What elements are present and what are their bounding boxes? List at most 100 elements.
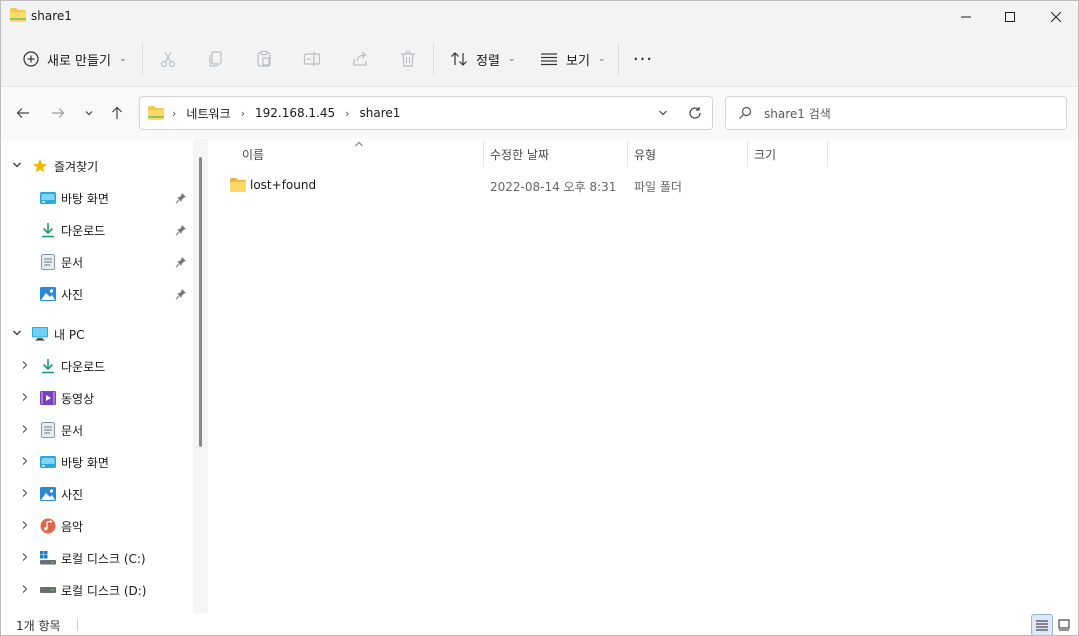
address-bar[interactable]: › 네트워크 › 192.168.1.45 › share1: [139, 96, 713, 130]
sidebar-item-downloads[interactable]: 다운로드: [1, 352, 193, 380]
rename-button[interactable]: [301, 48, 323, 70]
chevron-down-icon: ⌄: [507, 54, 516, 64]
sidebar-item-desktop[interactable]: 바탕 화면: [1, 448, 193, 476]
paste-button[interactable]: [253, 48, 275, 70]
breadcrumb: › 네트워크 › 192.168.1.45 › share1: [172, 97, 400, 129]
item-count: 1개 항목: [16, 619, 61, 633]
sidebar-item-drive-c[interactable]: 로컬 디스크 (C:): [1, 544, 193, 572]
column-header-label: 유형: [634, 147, 657, 162]
chevron-right-icon[interactable]: [18, 360, 32, 373]
search-box[interactable]: [725, 96, 1067, 130]
sidebar-this-pc[interactable]: 내 PC: [1, 320, 193, 348]
pin-icon: [175, 288, 187, 300]
table-row[interactable]: lost+found 2022-08-14 오후 8:31 파일 폴더: [222, 171, 742, 199]
file-name: lost+found: [250, 178, 317, 192]
sidebar-item-pictures[interactable]: 사진: [1, 480, 193, 508]
column-header-label: 크기: [754, 147, 777, 162]
status-divider: [77, 619, 78, 631]
delete-button[interactable]: [397, 48, 419, 70]
chevron-right-icon[interactable]: ›: [241, 107, 245, 120]
sidebar-item-downloads[interactable]: 다운로드: [1, 216, 193, 244]
navigation-pane: 즐겨찾기 바탕 화면 다운로드 문서 사진 내 PC 다운로드 동영상 문서 바…: [1, 139, 208, 613]
column-header-size[interactable]: 크기: [754, 141, 826, 167]
chevron-right-icon[interactable]: [18, 424, 32, 437]
drive-icon: [40, 582, 56, 598]
chevron-right-icon[interactable]: [18, 520, 32, 533]
search-input[interactable]: [764, 104, 1054, 124]
column-divider[interactable]: [827, 141, 828, 167]
close-icon: [1051, 12, 1061, 22]
column-header-modified[interactable]: 수정한 날짜: [490, 141, 626, 167]
up-button[interactable]: [105, 101, 129, 125]
column-divider[interactable]: [627, 141, 628, 167]
maximize-button[interactable]: [987, 1, 1033, 33]
sidebar-item-desktop[interactable]: 바탕 화면: [1, 184, 193, 212]
column-header-name[interactable]: 이름: [242, 141, 482, 167]
close-button[interactable]: [1033, 1, 1078, 33]
chevron-down-icon[interactable]: [10, 329, 24, 340]
search-icon: [738, 106, 752, 123]
sort-icon: [451, 52, 467, 66]
rename-icon: [303, 52, 321, 66]
sidebar-item-music[interactable]: 음악: [1, 512, 193, 540]
share-button[interactable]: [349, 48, 371, 70]
sidebar-scrollbar-thumb[interactable]: [199, 157, 202, 447]
file-type: 파일 폴더: [634, 180, 682, 194]
new-button-label: 새로 만들기: [47, 53, 111, 69]
sidebar-item-videos[interactable]: 동영상: [1, 384, 193, 412]
column-header-type[interactable]: 유형: [634, 141, 746, 167]
details-view-icon: [1036, 620, 1048, 631]
large-icons-view-icon: [1058, 619, 1070, 631]
sidebar-item-label: 다운로드: [61, 223, 106, 238]
windows-drive-icon: [40, 550, 56, 566]
toolbar-divider: [433, 43, 434, 75]
column-header-label: 수정한 날짜: [490, 147, 550, 162]
toolbar-divider: [142, 43, 143, 75]
music-icon: [40, 518, 56, 534]
column-divider[interactable]: [483, 141, 484, 167]
column-divider[interactable]: [747, 141, 748, 167]
pictures-icon: [40, 486, 56, 502]
back-button[interactable]: [11, 101, 35, 125]
chevron-right-icon[interactable]: [18, 392, 32, 405]
minimize-icon: [961, 16, 971, 18]
forward-button[interactable]: [46, 101, 70, 125]
chevron-right-icon[interactable]: [18, 456, 32, 469]
chevron-right-icon[interactable]: ›: [172, 107, 176, 120]
view-button[interactable]: 보기 ⌄: [534, 43, 611, 75]
chevron-right-icon[interactable]: [18, 488, 32, 501]
desktop-icon: [40, 454, 56, 470]
large-icons-view-button[interactable]: [1053, 614, 1075, 635]
view-label: 보기: [566, 53, 590, 69]
chevron-down-icon: [85, 111, 93, 116]
copy-button[interactable]: [205, 48, 227, 70]
refresh-button[interactable]: [685, 104, 705, 122]
more-options-button[interactable]: ···: [629, 43, 657, 75]
sidebar-item-label: 사진: [61, 487, 84, 502]
sidebar-item-drive-d[interactable]: 로컬 디스크 (D:): [1, 576, 193, 604]
sidebar-item-documents[interactable]: 문서: [1, 248, 193, 276]
refresh-icon: [689, 107, 701, 119]
chevron-right-icon[interactable]: [18, 584, 32, 597]
cut-button[interactable]: [157, 48, 179, 70]
chevron-down-icon[interactable]: [10, 161, 24, 172]
minimize-button[interactable]: [943, 1, 989, 33]
breadcrumb-host[interactable]: 192.168.1.45: [255, 106, 335, 120]
breadcrumb-share[interactable]: share1: [360, 106, 401, 120]
address-history-button[interactable]: [654, 105, 672, 121]
chevron-right-icon[interactable]: ›: [345, 107, 349, 120]
sidebar-item-label: 동영상: [61, 391, 95, 406]
file-list: 이름 수정한 날짜 유형 크기 lost+found 2022-08-14 오후…: [208, 139, 1078, 613]
new-button[interactable]: 새로 만들기 ⌄: [15, 43, 134, 75]
sidebar-item-pictures[interactable]: 사진: [1, 280, 193, 308]
details-view-button[interactable]: [1031, 614, 1053, 635]
download-icon: [40, 358, 56, 374]
chevron-down-icon: [659, 110, 667, 116]
sidebar-label: 내 PC: [54, 327, 85, 342]
sidebar-item-documents[interactable]: 문서: [1, 416, 193, 444]
recent-locations-button[interactable]: [77, 101, 101, 125]
sort-button[interactable]: 정렬 ⌄: [444, 43, 521, 75]
breadcrumb-network[interactable]: 네트워크: [186, 105, 230, 122]
chevron-right-icon[interactable]: [18, 552, 32, 565]
sidebar-quick-access[interactable]: 즐겨찾기: [1, 152, 193, 180]
